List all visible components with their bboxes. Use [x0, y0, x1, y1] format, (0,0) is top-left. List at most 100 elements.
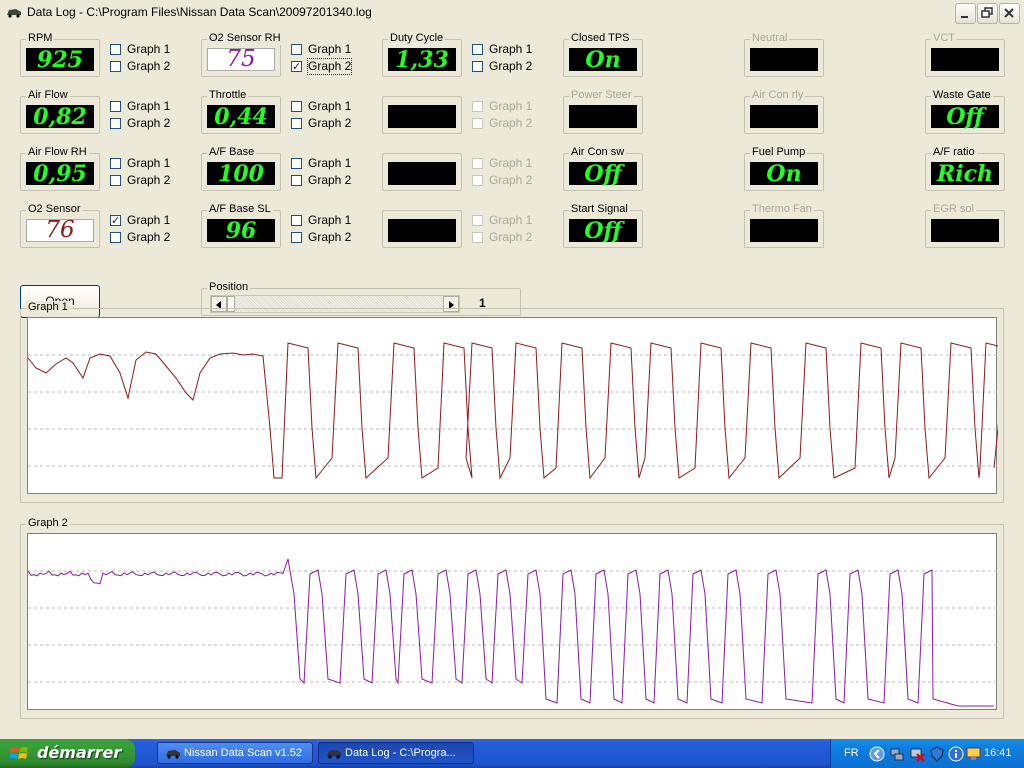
o2-sensor-rh-gauge: O2 Sensor RH 75	[201, 32, 283, 77]
neutral-indicator: Neutral	[744, 32, 824, 77]
fuel-pump-value: On	[766, 160, 802, 187]
fuel-pump-label: Fuel Pump	[750, 146, 808, 159]
af-base-value: 100	[218, 160, 264, 187]
duty-cycle-gauge: Duty Cycle 1,33	[382, 32, 462, 77]
network-icon[interactable]	[889, 746, 905, 762]
egr-sol-indicator: EGR sol	[925, 203, 1005, 248]
network-disconnected-icon[interactable]	[909, 746, 925, 762]
thermo-fan-label: Thermo Fan	[750, 203, 814, 216]
duty-cycle-display: 1,33	[388, 48, 456, 71]
af-base-label: A/F Base	[207, 146, 257, 159]
client-area: RPM 925 Graph 1 Graph 2 Air Flow 0,82 Gr…	[0, 26, 1024, 739]
close-icon	[1004, 8, 1014, 18]
vct-display	[931, 48, 999, 71]
title-bar: Data Log - C:\Program Files\Nissan Data …	[0, 0, 1024, 27]
rpm-value: 925	[37, 46, 83, 73]
fuel-pump-indicator: Fuel Pump On	[744, 146, 824, 191]
system-tray: FR 16:41	[830, 739, 1024, 768]
af-ratio-indicator: A/F ratio Rich	[925, 146, 1005, 191]
minimize-button[interactable]	[955, 3, 976, 24]
throttle-label: Throttle	[207, 89, 249, 102]
graph2-trace	[27, 558, 994, 707]
minimize-icon	[961, 16, 968, 18]
egr-sol-label: EGR sol	[931, 203, 976, 216]
graph2-group: Graph 2	[20, 517, 1004, 719]
vct-label: VCT	[931, 32, 957, 45]
air-con-rly-display	[750, 105, 818, 128]
empty-display-2	[388, 162, 456, 185]
closed-tps-display: On	[569, 48, 637, 71]
af-ratio-display: Rich	[931, 162, 999, 185]
closed-tps-value: On	[585, 46, 621, 73]
empty-gauge-2	[382, 153, 462, 191]
windows-logo-icon	[10, 747, 28, 759]
closed-tps-indicator: Closed TPS On	[563, 32, 643, 77]
task-nissan-data-scan[interactable]: Nissan Data Scan v1.52	[157, 742, 313, 764]
duty-cycle-value: 1,33	[395, 46, 449, 73]
o2-sensor-rh-value: 75	[226, 46, 256, 72]
waste-gate-display: Off	[931, 105, 999, 128]
maximize-button[interactable]	[977, 3, 998, 24]
start-signal-label: Start Signal	[569, 203, 630, 216]
graph2-label: Graph 2	[26, 517, 70, 530]
task-data-log[interactable]: Data Log - C:\Progra...	[318, 742, 474, 764]
graph1-trace	[27, 342, 1007, 480]
graph2-svg	[27, 558, 998, 707]
waste-gate-label: Waste Gate	[931, 89, 993, 102]
rpm-gauge: RPM 925	[20, 32, 100, 77]
display-icon[interactable]	[966, 746, 982, 762]
info-icon[interactable]	[948, 746, 964, 762]
throttle-gauge: Throttle 0,44	[201, 89, 281, 134]
air-con-sw-label: Air Con sw	[569, 146, 627, 159]
car-app-icon	[166, 750, 180, 759]
position-label: Position	[207, 281, 251, 294]
o2-sensor-rh-display: 75	[207, 48, 275, 71]
tray-expand-icon[interactable]	[869, 746, 885, 762]
air-flow-rh-display: 0,95	[26, 162, 94, 185]
air-flow-rh-gauge: Air Flow RH 0,95	[20, 146, 100, 191]
af-base-sl-gauge: A/F Base SL 96	[201, 203, 281, 248]
air-flow-gauge: Air Flow 0,82	[20, 89, 100, 134]
air-con-rly-indicator: Air Con rly	[744, 89, 824, 134]
graph1-group: Graph 1	[20, 301, 1007, 503]
window-title: Data Log - C:\Program Files\Nissan Data …	[27, 5, 372, 19]
power-steer-label: Power Steer	[569, 89, 634, 102]
air-flow-rh-label: Air Flow RH	[26, 146, 89, 159]
start-signal-indicator: Start Signal Off	[563, 203, 643, 248]
waste-gate-value: Off	[946, 103, 984, 130]
task-label: Data Log - C:\Progra...	[345, 747, 456, 759]
air-con-rly-label: Air Con rly	[750, 89, 806, 102]
af-base-display: 100	[207, 162, 275, 185]
neutral-display	[750, 48, 818, 71]
af-ratio-value: Rich	[936, 160, 994, 187]
language-indicator[interactable]: FR	[844, 747, 859, 759]
start-signal-display: Off	[569, 219, 637, 242]
air-flow-rh-value: 0,95	[33, 160, 87, 187]
o2-sensor-display: 76	[26, 219, 94, 242]
air-flow-display: 0,82	[26, 105, 94, 128]
waste-gate-indicator: Waste Gate Off	[925, 89, 1005, 134]
car-app-icon	[327, 750, 341, 759]
graph1-svg	[27, 342, 1007, 480]
start-button[interactable]: démarrer	[0, 739, 135, 768]
start-signal-value: Off	[584, 217, 622, 244]
power-steer-indicator: Power Steer	[563, 89, 643, 134]
taskbar: démarrer Nissan Data Scan v1.52 Data Log…	[0, 739, 1024, 768]
empty-display-3	[388, 219, 456, 242]
close-button[interactable]	[999, 3, 1020, 24]
o2-sensor-value: 76	[45, 217, 75, 243]
restore-icon	[981, 7, 993, 18]
af-ratio-label: A/F ratio	[931, 146, 977, 159]
car-app-icon	[7, 9, 21, 18]
rpm-display: 925	[26, 48, 94, 71]
air-con-sw-indicator: Air Con sw Off	[563, 146, 643, 191]
graph1-label: Graph 1	[26, 301, 70, 314]
air-flow-label: Air Flow	[26, 89, 70, 102]
o2-sensor-rh-label: O2 Sensor RH	[207, 32, 283, 45]
af-base-sl-display: 96	[207, 219, 275, 242]
air-flow-value: 0,82	[33, 103, 87, 130]
fuel-pump-display: On	[750, 162, 818, 185]
security-icon[interactable]	[929, 746, 945, 762]
thermo-fan-indicator: Thermo Fan	[744, 203, 824, 248]
af-base-sl-label: A/F Base SL	[207, 203, 273, 216]
